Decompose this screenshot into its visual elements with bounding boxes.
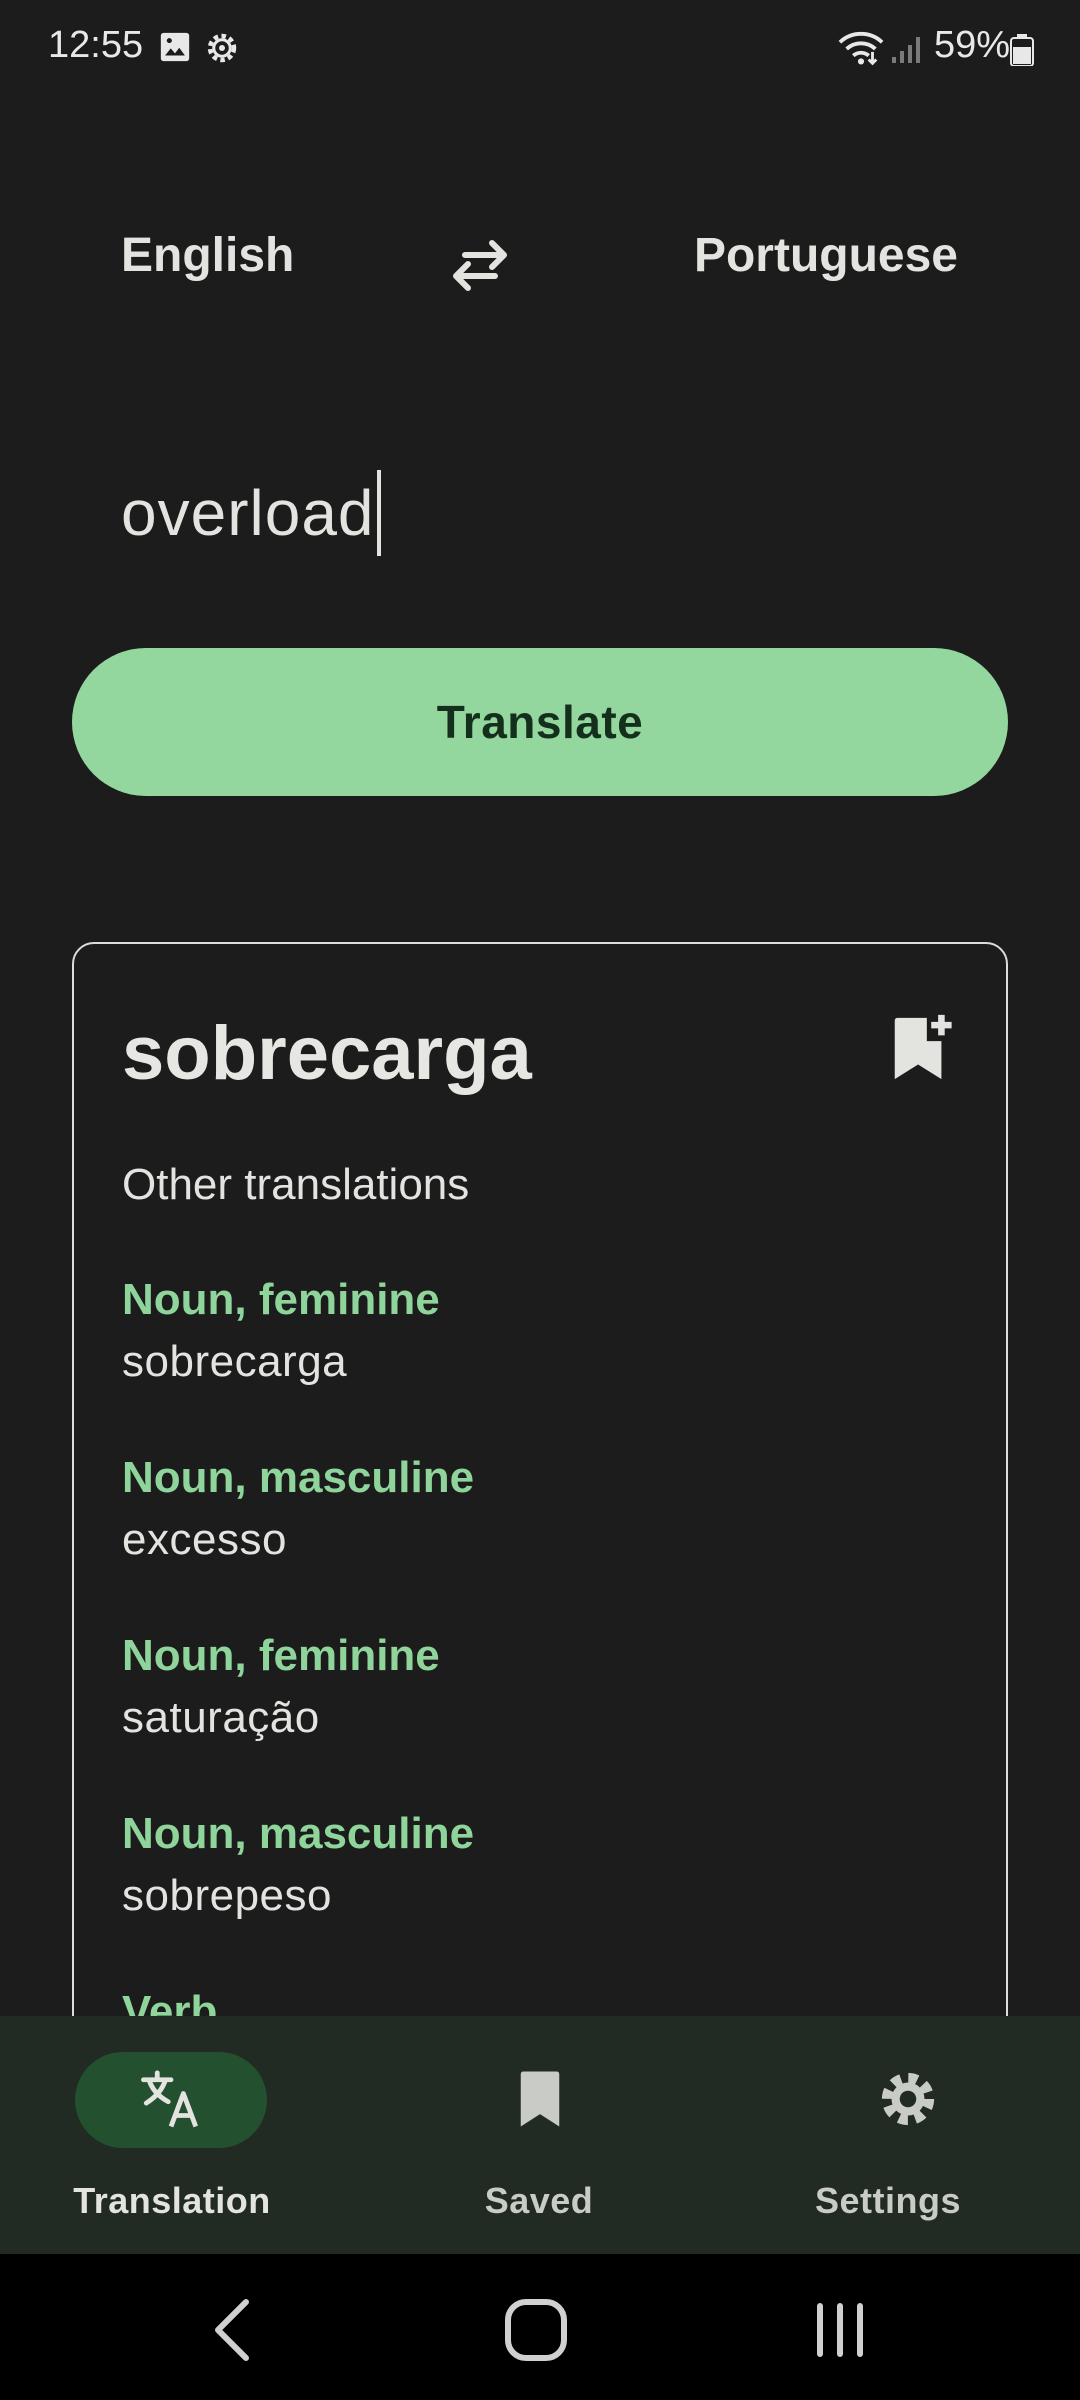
input-value[interactable]: overload: [121, 476, 375, 550]
nav-label-settings: Settings: [814, 2180, 961, 2221]
part-of-speech: Noun, masculine: [122, 1809, 475, 1858]
text-cursor: [376, 470, 381, 556]
recents-icon[interactable]: [800, 2290, 880, 2370]
main-translation: sobrecarga: [122, 1011, 532, 1096]
translation-word: saturação: [122, 1693, 320, 1742]
image-icon: [160, 32, 190, 62]
list-item: Noun, feminine saturação: [122, 1626, 474, 1804]
translate-button[interactable]: Translate: [72, 648, 1008, 796]
other-translations-label: Other translations: [122, 1160, 470, 1209]
nav-item-settings[interactable]: Settings: [720, 2016, 1080, 2254]
signal-icon: [892, 37, 920, 63]
bottom-navigation: Translation Saved Settings: [0, 2016, 1080, 2254]
part-of-speech: Noun, masculine: [122, 1453, 475, 1502]
app-screen: 12:55 59% English Portuguese overload Tr…: [0, 0, 1080, 2400]
battery-percentage: 59%: [934, 24, 1011, 66]
list-item: Noun, masculine excesso: [122, 1448, 474, 1626]
bookmark-icon: [520, 2071, 560, 2127]
home-icon[interactable]: [496, 2290, 576, 2370]
text-input[interactable]: overload: [121, 468, 381, 558]
part-of-speech: Noun, feminine: [122, 1275, 440, 1324]
bookmark-add-icon[interactable]: [888, 1012, 954, 1082]
target-language-selector[interactable]: Portuguese: [694, 228, 958, 283]
source-language-selector[interactable]: English: [121, 228, 294, 283]
swap-arrows-icon[interactable]: [444, 228, 516, 300]
part-of-speech: Noun, feminine: [122, 1631, 440, 1680]
translation-word: excesso: [122, 1515, 287, 1564]
battery-icon: [1010, 34, 1034, 66]
nav-item-translation[interactable]: Translation: [0, 2016, 360, 2254]
translate-icon: [141, 2070, 199, 2128]
nav-label-saved: Saved: [484, 2180, 594, 2221]
translation-word: sobrepeso: [122, 1871, 332, 1920]
system-navigation-bar: [0, 2254, 1080, 2400]
translation-word: sobrecarga: [122, 1337, 348, 1386]
nav-item-saved[interactable]: Saved: [360, 2016, 720, 2254]
list-item: Noun, feminine sobrecarga: [122, 1270, 474, 1448]
wifi-icon: [838, 32, 884, 66]
translation-result-card: sobrecarga Other translations Noun, femi…: [72, 942, 1008, 2142]
nav-label-translation: Translation: [73, 2180, 271, 2221]
status-time: 12:55: [48, 24, 144, 66]
list-item: Noun, masculine sobrepeso: [122, 1804, 474, 1982]
gear-icon: [881, 2072, 935, 2126]
status-bar: 12:55 59%: [0, 0, 1080, 100]
translate-button-label: Translate: [436, 696, 644, 748]
translation-list: Noun, feminine sobrecarga Noun, masculin…: [122, 1270, 474, 2140]
back-icon[interactable]: [194, 2290, 274, 2370]
settings-gear-icon: [207, 33, 237, 63]
